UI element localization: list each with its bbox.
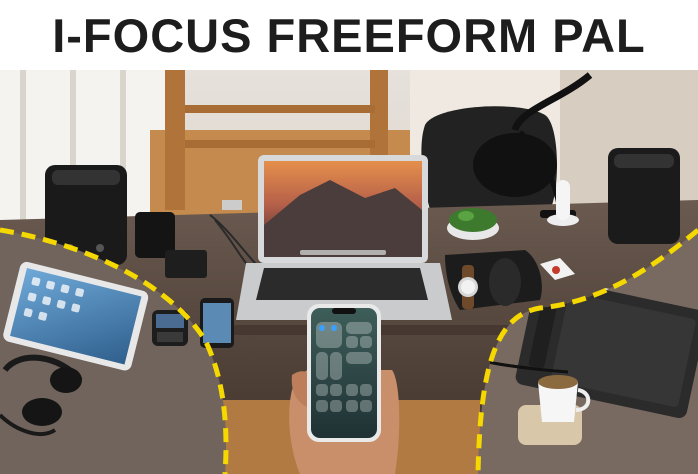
- wooden-post: [165, 70, 185, 210]
- desk-photo: [0, 70, 698, 474]
- mouse: [489, 258, 521, 306]
- mouse-pad: [445, 250, 542, 310]
- laptop-dock: [300, 250, 386, 255]
- smartphone-hero: [307, 304, 381, 442]
- right-speaker: [608, 148, 680, 244]
- android-phone: [200, 298, 234, 348]
- laptop-keyboard: [256, 268, 428, 300]
- audio-interface: [165, 250, 207, 278]
- usb-hub: [222, 200, 242, 210]
- headline: I-FOCUS FREEFORM PAL: [52, 8, 646, 62]
- laptop: [236, 155, 452, 320]
- product-poster: I-FOCUS FREEFORM PAL: [0, 0, 698, 474]
- moss-plant: [447, 208, 499, 240]
- phone-notch: [332, 308, 356, 314]
